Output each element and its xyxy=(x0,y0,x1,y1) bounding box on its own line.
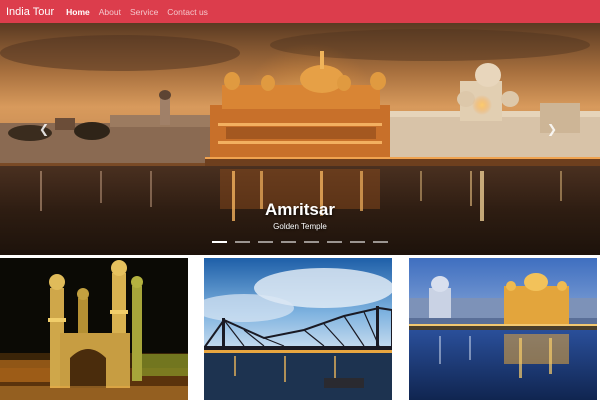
brand-logo[interactable]: India Tour xyxy=(6,6,54,18)
carousel-indicator[interactable] xyxy=(327,241,342,243)
carousel-indicator[interactable] xyxy=(350,241,365,243)
thumbnail-golden-temple[interactable] xyxy=(409,258,597,400)
nav-links: Home About Service Contact us xyxy=(66,7,217,17)
carousel-caption-title: Amritsar xyxy=(265,200,335,219)
nav-link-service[interactable]: Service xyxy=(130,7,158,17)
golden-temple-night-image xyxy=(409,258,597,400)
carousel-caption-subtitle: Golden Temple xyxy=(273,222,327,231)
carousel-indicator[interactable] xyxy=(373,241,388,243)
carousel-indicator[interactable] xyxy=(235,241,250,243)
carousel-indicator[interactable] xyxy=(212,241,227,243)
hero-carousel: ❮ ❯ Amritsar Golden Temple xyxy=(0,23,600,255)
nav-link-about[interactable]: About xyxy=(99,7,121,17)
thumbnail-howrah-bridge[interactable] xyxy=(204,258,392,400)
howrah-bridge-image xyxy=(204,258,392,400)
top-navbar: India Tour Home About Service Contact us xyxy=(0,0,600,23)
carousel-indicator[interactable] xyxy=(281,241,296,243)
carousel-indicator[interactable] xyxy=(258,241,273,243)
thumbnail-charminar[interactable] xyxy=(0,258,188,400)
carousel-indicator[interactable] xyxy=(304,241,319,243)
carousel-next-button[interactable]: ❯ xyxy=(544,119,560,139)
charminar-image xyxy=(0,258,188,400)
nav-link-contact[interactable]: Contact us xyxy=(167,7,208,17)
nav-link-home[interactable]: Home xyxy=(66,7,90,17)
carousel-indicators xyxy=(212,241,388,245)
golden-temple-hero-image xyxy=(0,23,600,255)
carousel-prev-button[interactable]: ❮ xyxy=(36,119,52,139)
